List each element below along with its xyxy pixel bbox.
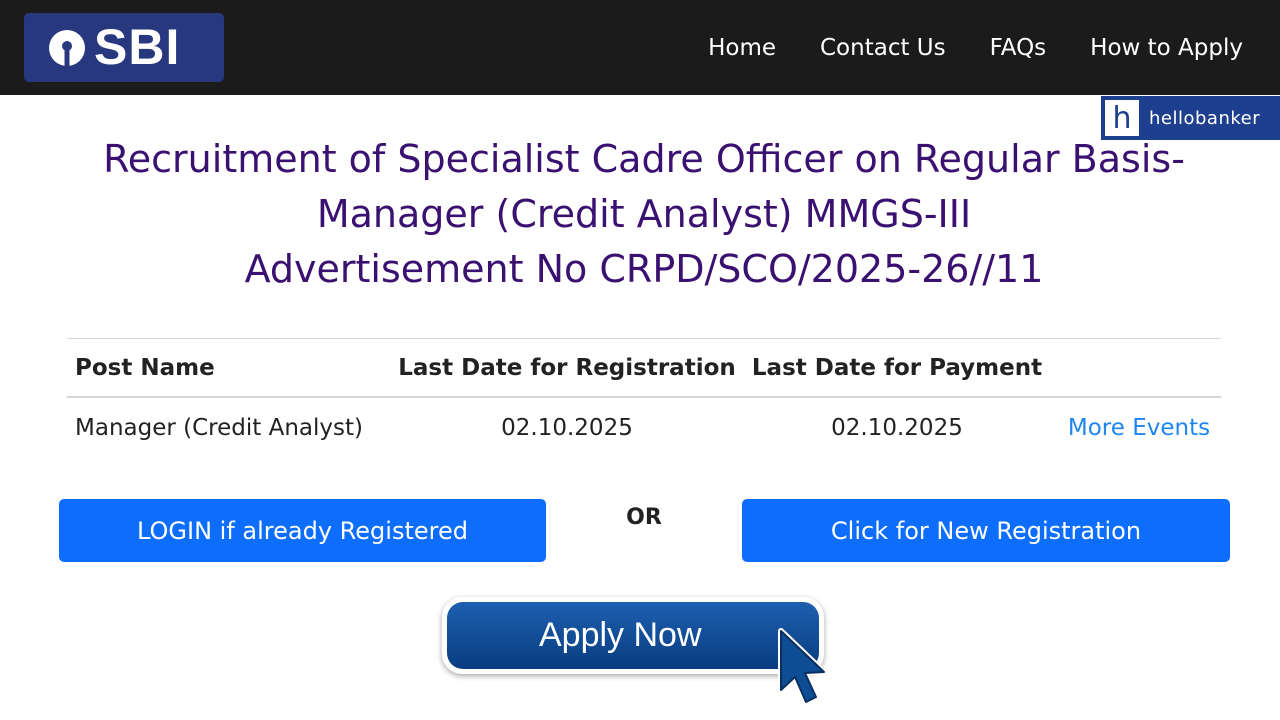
cell-post-name: Manager (Credit Analyst) bbox=[75, 415, 363, 441]
header-post-name: Post Name bbox=[75, 354, 215, 381]
sbi-logo-icon bbox=[49, 30, 85, 67]
page-title: Recruitment of Specialist Cadre Officer … bbox=[40, 132, 1248, 297]
title-line-2: Manager (Credit Analyst) MMGS-III bbox=[316, 192, 972, 236]
login-button[interactable]: LOGIN if already Registered bbox=[59, 499, 546, 562]
title-line-3: Advertisement No CRPD/SCO/2025-26//11 bbox=[244, 247, 1044, 291]
hellobanker-text: hellobanker bbox=[1149, 107, 1261, 129]
nav-contact-us[interactable]: Contact Us bbox=[820, 35, 946, 61]
sbi-logo-text: SBI bbox=[94, 19, 181, 75]
apply-now-label: Apply Now bbox=[539, 616, 702, 654]
nav-faqs[interactable]: FAQs bbox=[990, 35, 1047, 61]
cell-last-date-payment: 02.10.2025 bbox=[831, 415, 963, 441]
table-row: Manager (Credit Analyst) 02.10.2025 02.1… bbox=[67, 398, 1221, 458]
nav-home[interactable]: Home bbox=[708, 35, 776, 61]
nav-how-to-apply[interactable]: How to Apply bbox=[1090, 35, 1243, 61]
apply-now-button[interactable]: Apply Now bbox=[442, 597, 824, 674]
cell-last-date-registration: 02.10.2025 bbox=[501, 415, 633, 441]
apply-now-face: Apply Now bbox=[447, 602, 819, 669]
table-header-row: Post Name Last Date for Registration Las… bbox=[67, 338, 1221, 398]
post-dates-table: Post Name Last Date for Registration Las… bbox=[67, 338, 1221, 458]
cursor-arrow-icon bbox=[778, 628, 827, 705]
sbi-logo[interactable]: SBI bbox=[24, 13, 224, 82]
new-registration-button[interactable]: Click for New Registration bbox=[742, 499, 1230, 562]
or-separator: OR bbox=[626, 505, 662, 530]
header-last-date-registration: Last Date for Registration bbox=[398, 354, 736, 381]
hellobanker-mark: h bbox=[1105, 100, 1139, 136]
main-nav: Home Contact Us FAQs How to Apply bbox=[708, 0, 1243, 95]
title-line-1: Recruitment of Specialist Cadre Officer … bbox=[103, 137, 1185, 181]
header-last-date-payment: Last Date for Payment bbox=[751, 354, 1043, 381]
top-navbar: SBI Home Contact Us FAQs How to Apply bbox=[0, 0, 1280, 95]
more-events-link[interactable]: More Events bbox=[1068, 415, 1210, 441]
